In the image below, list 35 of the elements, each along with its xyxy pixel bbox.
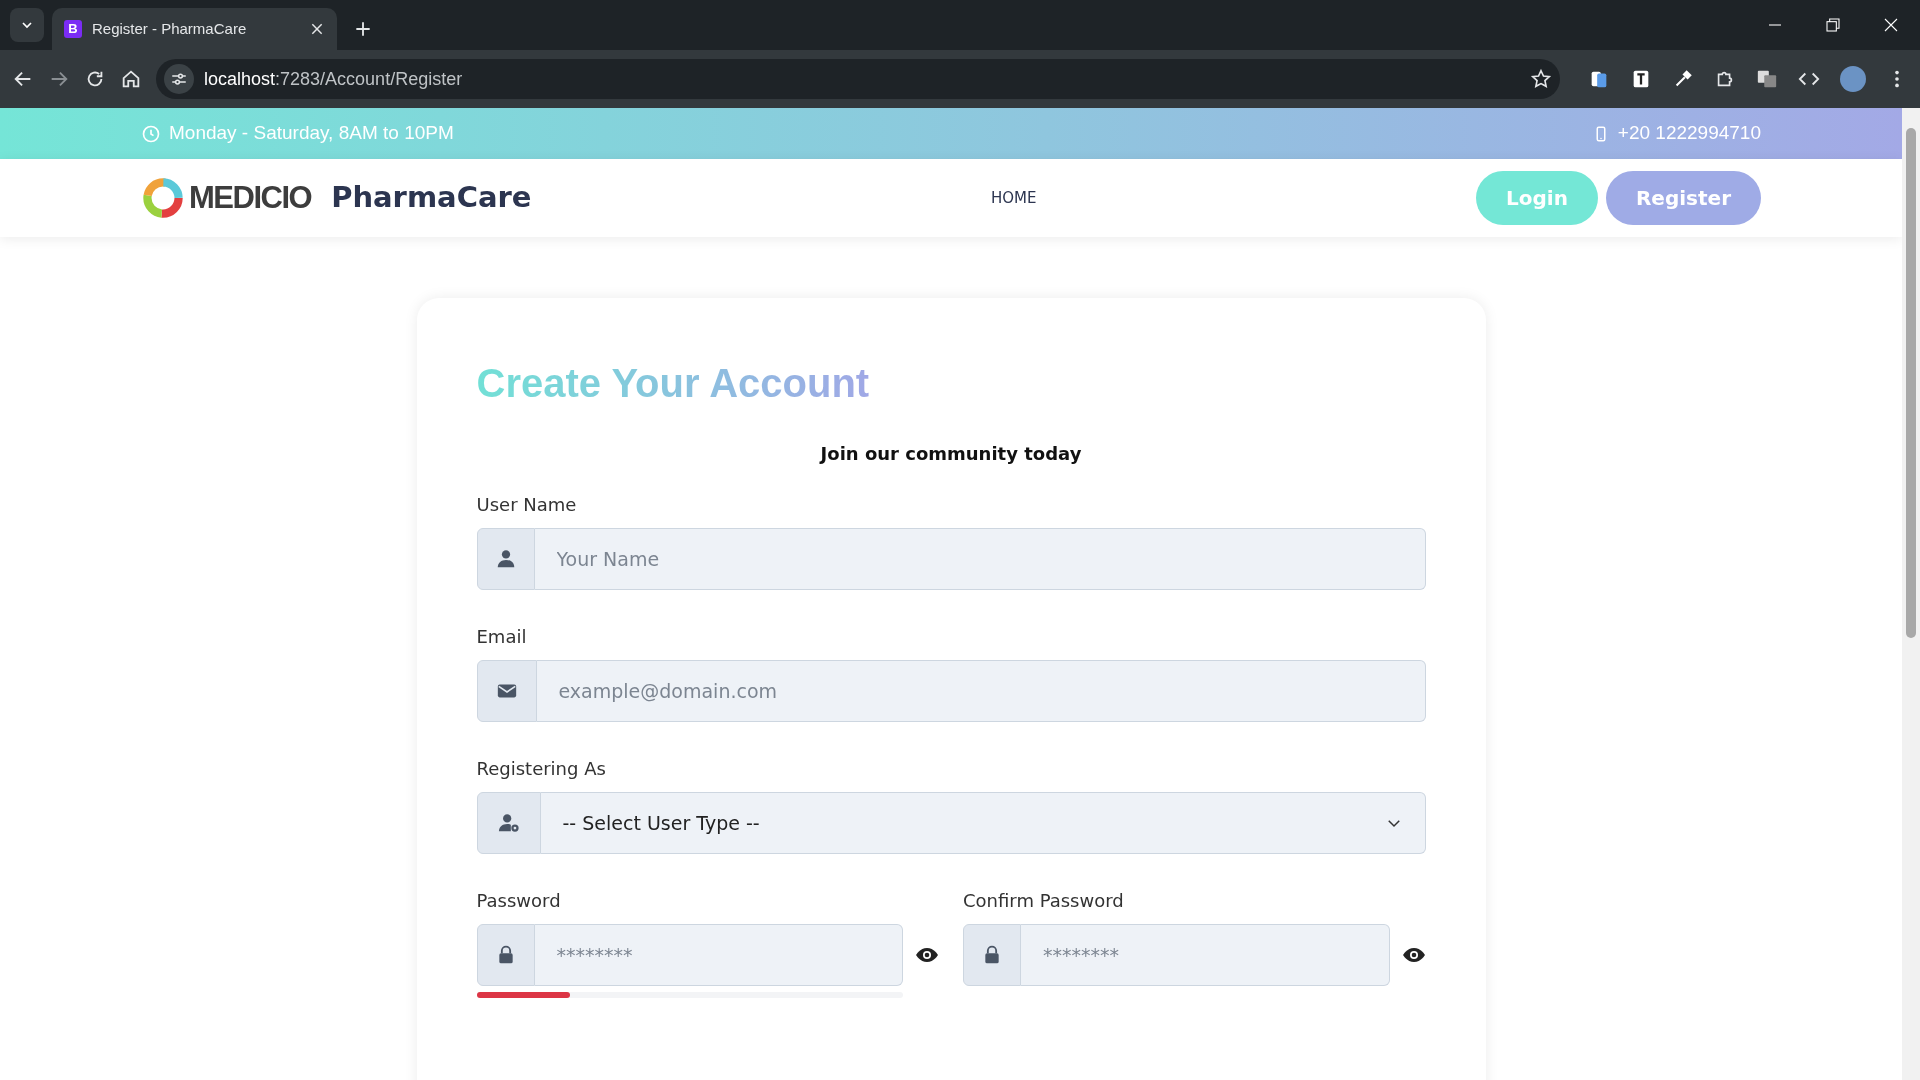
browser-tab[interactable]: B Register - PharmaCare [52,8,337,50]
sliders-icon [170,70,188,88]
ring-logo-icon [141,176,185,220]
home-icon[interactable] [120,68,142,90]
translate-icon[interactable] [1756,68,1778,90]
favicon: B [64,20,82,38]
select-field[interactable]: -- Select User Type -- [540,792,1426,854]
site-info-button[interactable] [164,64,194,94]
opening-hours: Monday - Saturday, 8AM to 10PM [169,121,454,146]
email-field[interactable]: example@domain.com [536,660,1426,722]
password-field[interactable]: ******** [534,924,903,986]
phone-number: +20 1222994710 [1617,121,1761,146]
lock-icon [982,945,1002,965]
restore-icon[interactable] [1825,17,1841,33]
star-icon[interactable] [1530,68,1552,90]
scrollbar[interactable] [1902,108,1920,1080]
password-field[interactable]: ******** [1021,924,1390,986]
tab-title: Register - PharmaCare [92,18,248,39]
name-field[interactable]: Your Name [534,528,1426,590]
field-label: Confirm Password [963,889,1125,913]
logo-text: MEDICIO [189,178,312,217]
profile-avatar[interactable] [1840,66,1866,92]
close-icon[interactable] [1883,17,1899,33]
brand-name: PharmaCare [331,179,532,217]
user-gear-icon [497,812,520,834]
tab-list-button[interactable] [10,8,44,42]
field-label: Registering As [476,757,607,781]
field-label: Email [476,625,528,649]
field-label: Password [476,889,562,913]
clock-icon [141,123,161,144]
close-icon[interactable] [309,21,325,37]
nav-link[interactable]: HOME [991,186,1037,210]
new-tab-icon[interactable] [353,19,373,39]
form-subtitle: Join our community today [818,442,1083,466]
field-label: User Name [476,493,578,517]
